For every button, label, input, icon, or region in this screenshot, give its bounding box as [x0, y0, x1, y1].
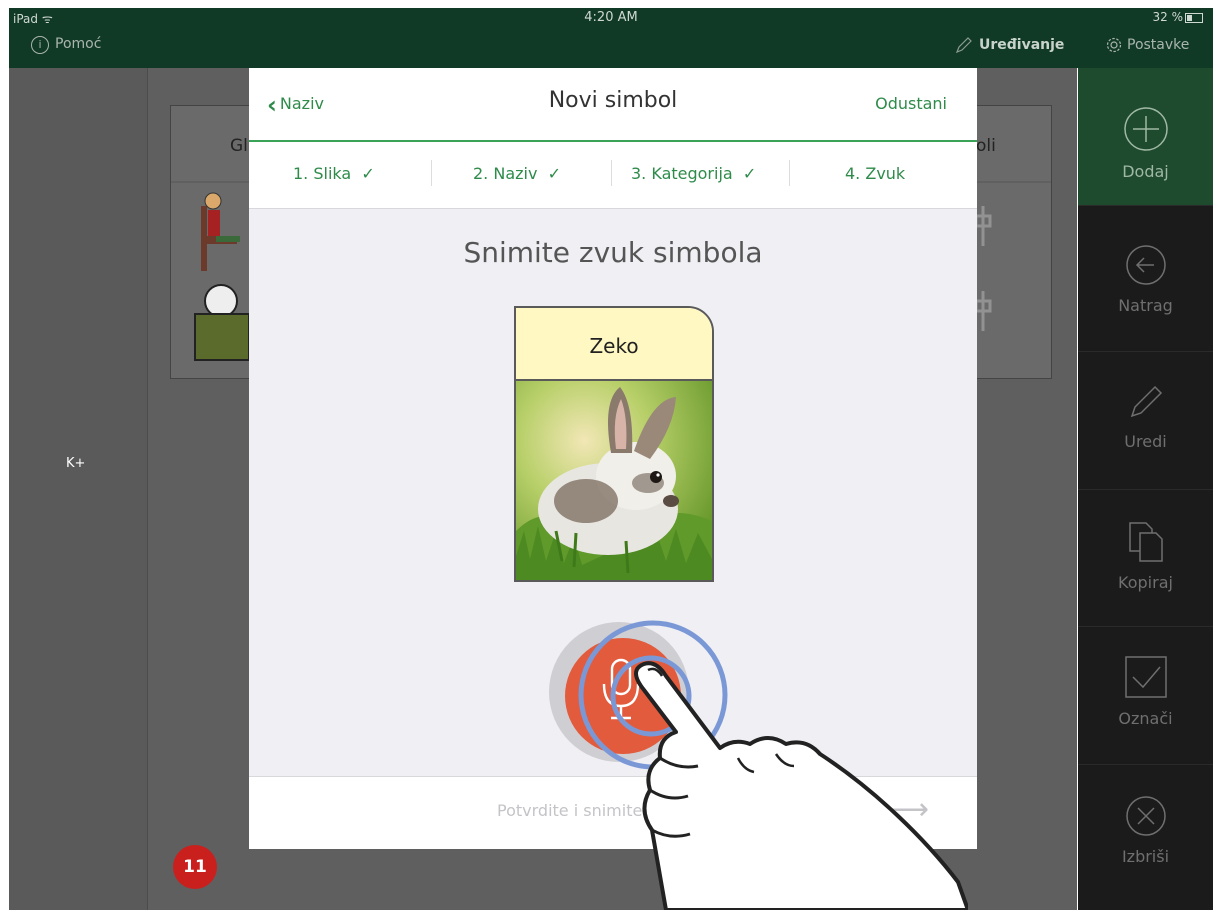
help-button[interactable]: i Pomoć — [31, 36, 101, 54]
pencil-icon — [1130, 385, 1162, 418]
symbol-card-preview: Zeko — [514, 306, 714, 582]
step-divider — [611, 160, 612, 186]
x-circle-icon — [1125, 796, 1166, 836]
copy-icon — [1128, 522, 1163, 562]
background-category-column — [9, 68, 148, 910]
dialog-header: ‹ Naziv Novi simbol Odustani — [249, 68, 977, 142]
arrow-left-circle-icon — [1125, 245, 1166, 285]
pointing-hand-overlay — [634, 661, 968, 910]
dialog-title: Novi simbol — [548, 88, 678, 113]
plus-circle-icon — [1123, 107, 1168, 151]
wizard-steps: 1. Slika ✓ 2. Naziv ✓ 3. Kategorija ✓ 4.… — [249, 142, 977, 209]
sitting-person-icon — [201, 192, 240, 271]
step-category[interactable]: 3. Kategorija ✓ — [631, 164, 756, 183]
record-instruction-heading: Snimite zvuk simbola — [463, 236, 763, 269]
info-icon: i — [31, 36, 49, 54]
sidebar-back-button[interactable]: Natrag — [1078, 214, 1213, 352]
background-card-title-right: oli — [976, 136, 996, 156]
step-divider — [789, 160, 790, 186]
rabbit-photo — [516, 381, 712, 580]
action-sidebar: Dodaj Natrag Uredi Kopiraj Označi Izbriš… — [1078, 68, 1213, 910]
sidebar-copy-button[interactable]: Kopiraj — [1078, 489, 1213, 627]
battery-icon — [1185, 12, 1203, 23]
status-time: 4:20 AM — [584, 10, 638, 25]
step-divider — [431, 160, 432, 186]
top-bar: iPad ᯤ 4:20 AM 32 % i Pomoć Uređivanje Po… — [9, 8, 1213, 68]
cancel-button[interactable]: Odustani — [875, 94, 947, 113]
reading-person-icon — [194, 284, 250, 361]
checkbox-icon — [1124, 656, 1167, 698]
gear-icon — [1106, 37, 1122, 53]
checkmark-icon: ✓ — [542, 164, 562, 183]
status-battery: 32 % — [1153, 10, 1203, 24]
placeholder-symbol-icons — [974, 206, 992, 331]
category-k-plus[interactable]: K+ — [66, 456, 85, 471]
step-number-badge: 11 — [173, 845, 217, 889]
sidebar-select-button[interactable]: Označi — [1078, 627, 1213, 765]
checkmark-icon: ✓ — [737, 164, 757, 183]
symbol-label: Zeko — [516, 308, 712, 381]
step-name[interactable]: 2. Naziv ✓ — [473, 164, 561, 183]
step-sound[interactable]: 4. Zvuk — [845, 164, 905, 183]
pencil-icon — [955, 37, 972, 54]
sidebar-delete-button[interactable]: Izbriši — [1078, 765, 1213, 902]
edit-mode-toggle[interactable]: Uređivanje — [955, 36, 1064, 54]
settings-button[interactable]: Postavke — [1105, 36, 1189, 54]
background-card-title: Gl — [230, 136, 248, 156]
sidebar-add-button[interactable]: Dodaj — [1078, 68, 1213, 206]
step-image[interactable]: 1. Slika ✓ — [293, 164, 375, 183]
checkmark-icon: ✓ — [356, 164, 375, 183]
sidebar-edit-button[interactable]: Uredi — [1078, 352, 1213, 490]
